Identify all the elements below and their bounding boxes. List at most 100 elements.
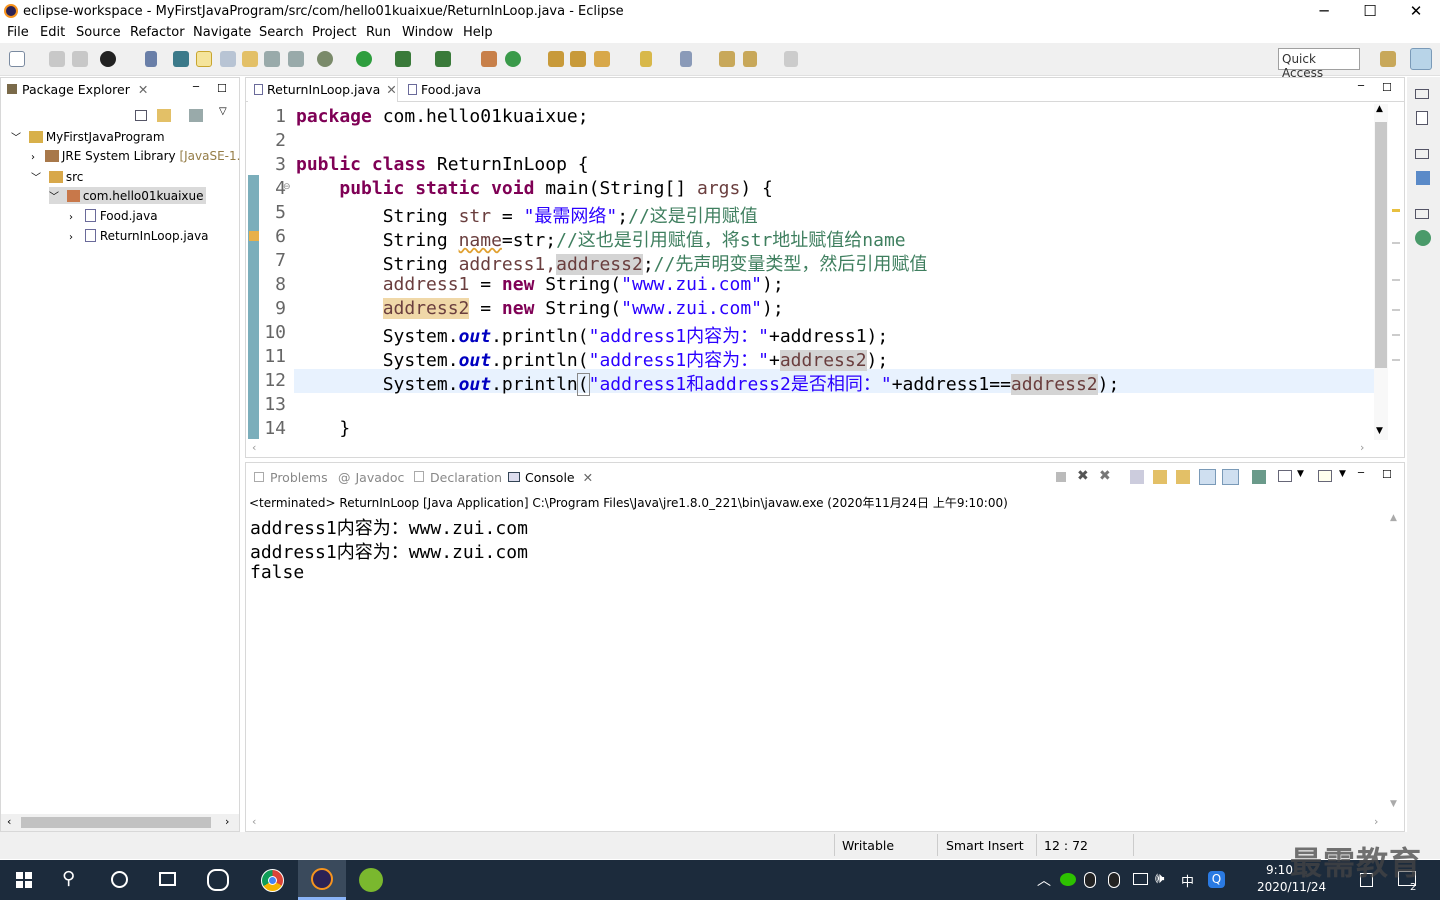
- close-tab-icon[interactable]: ✕: [138, 82, 148, 97]
- occurrence-marker[interactable]: [1392, 334, 1400, 336]
- menu-window[interactable]: Window: [402, 25, 453, 40]
- qq-browser-icon[interactable]: Q: [1208, 871, 1225, 888]
- qq-icon[interactable]: [1084, 872, 1096, 888]
- menu-run[interactable]: Run: [366, 25, 391, 40]
- display-console-icon[interactable]: [1278, 470, 1292, 482]
- profile-icon[interactable]: [100, 51, 116, 67]
- chevron-down-icon[interactable]: ▼: [1339, 469, 1346, 479]
- maximize-view-icon[interactable]: ☐: [217, 82, 227, 95]
- scroll-down-icon[interactable]: ▼: [1390, 799, 1397, 809]
- warning-marker[interactable]: [1392, 209, 1400, 212]
- coverage-icon[interactable]: [395, 51, 411, 67]
- open-console-icon[interactable]: [1318, 470, 1332, 482]
- back-icon[interactable]: [743, 51, 757, 67]
- menu-navigate[interactable]: Navigate: [193, 25, 251, 40]
- code-line-9[interactable]: address2 = new String("www.zui.com");: [296, 298, 784, 319]
- tree-item-project[interactable]: ﹀ MyFirstJavaProgram: [11, 129, 165, 144]
- maximize-view-icon[interactable]: ☐: [1382, 81, 1392, 94]
- restore-icon[interactable]: [1415, 209, 1429, 219]
- fold-icon[interactable]: ⊖: [283, 182, 291, 192]
- minimize-button[interactable]: ─: [1301, 0, 1347, 23]
- qq-icon[interactable]: [1108, 872, 1120, 888]
- restore-icon[interactable]: [1415, 149, 1429, 159]
- word-wrap-icon[interactable]: [1176, 470, 1190, 484]
- editor-horizontal-scrollbar[interactable]: ‹ ›: [246, 441, 1374, 455]
- link-editor-icon[interactable]: [157, 109, 171, 122]
- code-line-7[interactable]: String address1,address2;//先声明变量类型，然后引用赋…: [296, 250, 927, 276]
- last-edit-icon[interactable]: [719, 51, 735, 67]
- open-perspective-icon[interactable]: [1380, 51, 1396, 67]
- code-line-3[interactable]: public class ReturnInLoop {: [296, 154, 589, 175]
- close-tab-icon[interactable]: ✕: [386, 82, 396, 97]
- tab-console[interactable]: Console ✕: [502, 466, 602, 490]
- task-list-icon[interactable]: [1415, 230, 1431, 246]
- editor-vertical-scrollbar[interactable]: ▲ ▼: [1374, 104, 1388, 440]
- forward-icon[interactable]: [784, 51, 798, 67]
- scroll-up-icon[interactable]: ▲: [1376, 104, 1383, 114]
- prev-edit-icon[interactable]: [680, 51, 692, 67]
- toggle-mark-icon[interactable]: [173, 51, 189, 67]
- chevron-down-icon[interactable]: ▼: [1297, 469, 1304, 479]
- hierarchy-icon[interactable]: [1416, 171, 1430, 185]
- chevron-down-icon[interactable]: ﹀: [31, 173, 41, 184]
- menu-help[interactable]: Help: [463, 25, 493, 40]
- chevron-down-icon[interactable]: ﹀: [49, 192, 59, 203]
- code-line-1[interactable]: package com.hello01kuaixue;: [296, 106, 589, 127]
- search-tool-icon[interactable]: [594, 51, 610, 67]
- menu-file[interactable]: File: [7, 25, 29, 40]
- view-menu-icon[interactable]: [189, 109, 203, 122]
- chevron-right-icon[interactable]: ›: [69, 212, 73, 223]
- code-line-12[interactable]: System.out.println("address1和address2是否相…: [296, 370, 1119, 396]
- prev-annotation-icon[interactable]: [242, 51, 258, 67]
- quick-access-input[interactable]: Quick Access: [1278, 48, 1360, 80]
- occurrence-marker[interactable]: [1392, 309, 1400, 311]
- tree-item-src[interactable]: ﹀ src: [31, 169, 83, 184]
- terminate-icon[interactable]: [1056, 472, 1066, 482]
- menu-project[interactable]: Project: [312, 25, 356, 40]
- scroll-thumb[interactable]: [21, 817, 211, 828]
- menu-refactor[interactable]: Refactor: [130, 25, 185, 40]
- scroll-down-icon[interactable]: ▼: [1376, 426, 1383, 436]
- eclipse-taskbar-button[interactable]: [298, 860, 346, 900]
- scroll-left-icon[interactable]: ‹: [252, 441, 256, 454]
- scroll-lock-icon[interactable]: [1153, 470, 1167, 484]
- task-view-icon[interactable]: [159, 872, 176, 886]
- menu-source[interactable]: Source: [76, 25, 121, 40]
- maximize-button[interactable]: ☐: [1347, 0, 1393, 23]
- java-perspective-icon[interactable]: [1410, 48, 1432, 70]
- next-edit-icon[interactable]: [640, 51, 652, 67]
- code-line-4[interactable]: public static void main(String[] args) {: [296, 178, 773, 199]
- clear-console-icon[interactable]: [1130, 470, 1144, 484]
- close-tab-icon[interactable]: ✕: [583, 470, 593, 485]
- scroll-left-icon[interactable]: ‹: [252, 815, 256, 828]
- open-task-icon[interactable]: [570, 51, 586, 67]
- show-stderr-icon[interactable]: [1222, 469, 1239, 485]
- open-type-icon[interactable]: [548, 51, 564, 67]
- tree-item-food[interactable]: › Food.java: [69, 209, 158, 223]
- ime-indicator[interactable]: 中: [1181, 871, 1194, 890]
- menu-search[interactable]: Search: [259, 25, 304, 40]
- skip-breakpoints-icon[interactable]: [145, 51, 157, 67]
- clock-time[interactable]: 9:10: [1266, 863, 1293, 877]
- save-icon[interactable]: [49, 51, 65, 67]
- chrome-icon[interactable]: [261, 869, 284, 892]
- tab-problems[interactable]: Problems: [248, 466, 328, 490]
- scroll-up-icon[interactable]: ▲: [1390, 513, 1397, 523]
- pinwheel-app-icon[interactable]: [207, 869, 229, 891]
- new-class-icon[interactable]: [505, 51, 521, 67]
- show-stdout-icon[interactable]: [1199, 469, 1216, 485]
- code-line-8[interactable]: address1 = new String("www.zui.com");: [296, 274, 784, 295]
- tree-item-returninloop[interactable]: › ReturnInLoop.java: [69, 229, 209, 243]
- wechat-icon[interactable]: [1060, 873, 1076, 886]
- pin-console-icon[interactable]: [1252, 470, 1266, 484]
- new-icon[interactable]: [9, 51, 25, 67]
- cortana-icon[interactable]: [111, 871, 128, 888]
- show-whitespace-icon[interactable]: [288, 51, 304, 67]
- code-line-14[interactable]: }: [296, 418, 350, 439]
- highlight-icon[interactable]: [196, 51, 212, 67]
- block-selection-icon[interactable]: [264, 51, 280, 67]
- external-tools-icon[interactable]: [435, 51, 451, 67]
- scroll-thumb[interactable]: [1375, 122, 1387, 368]
- run-icon[interactable]: [356, 51, 372, 67]
- chevron-down-icon[interactable]: ﹀: [11, 133, 21, 144]
